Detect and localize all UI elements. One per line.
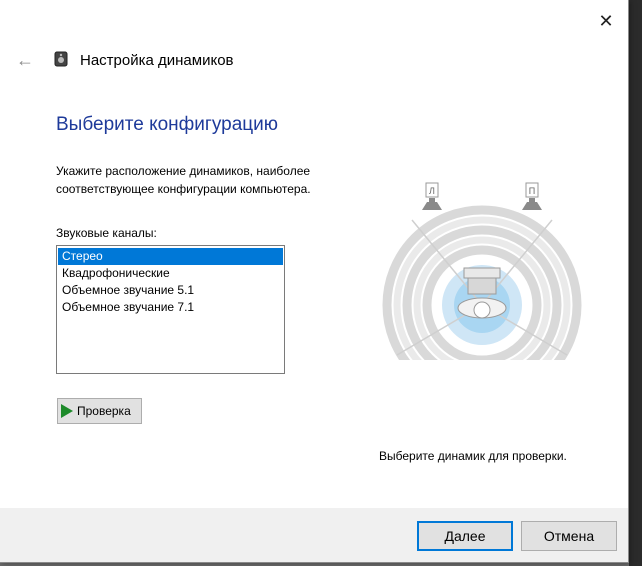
page-heading: Выберите конфигурацию — [56, 114, 279, 135]
right-speaker-label: П — [529, 186, 535, 196]
speaker-app-icon — [54, 51, 68, 67]
background-panel — [629, 0, 642, 566]
play-icon — [61, 404, 73, 418]
channel-item-7-1[interactable]: Объемное звучание 7.1 — [58, 299, 283, 316]
window-title: Настройка динамиков — [80, 52, 234, 69]
instruction-text: Укажите расположение динамиков, наиболее… — [56, 164, 311, 196]
select-speaker-hint: Выберите динамик для проверки. — [379, 449, 567, 463]
speaker-setup-dialog: ✕ ← Настройка динамиков Выберите конфигу… — [0, 0, 629, 563]
speaker-diagram: Л П — [382, 182, 582, 360]
close-button[interactable]: ✕ — [592, 8, 620, 34]
back-button[interactable]: ← — [14, 50, 36, 70]
test-button-label: Проверка — [77, 404, 131, 418]
channel-item-quad[interactable]: Квадрофонические — [58, 265, 283, 282]
left-speaker-label: Л — [429, 186, 435, 196]
channels-label: Звуковые каналы: — [56, 226, 157, 240]
next-button[interactable]: Далее — [417, 521, 513, 551]
channel-item-stereo[interactable]: Стерео — [58, 248, 283, 265]
channel-item-5-1[interactable]: Объемное звучание 5.1 — [58, 282, 283, 299]
test-button[interactable]: Проверка — [57, 398, 142, 424]
close-icon: ✕ — [598, 10, 614, 31]
back-arrow-icon: ← — [16, 50, 34, 70]
channels-listbox[interactable]: Стерео Квадрофонические Объемное звучани… — [56, 245, 285, 374]
cancel-button[interactable]: Отмена — [521, 521, 617, 551]
